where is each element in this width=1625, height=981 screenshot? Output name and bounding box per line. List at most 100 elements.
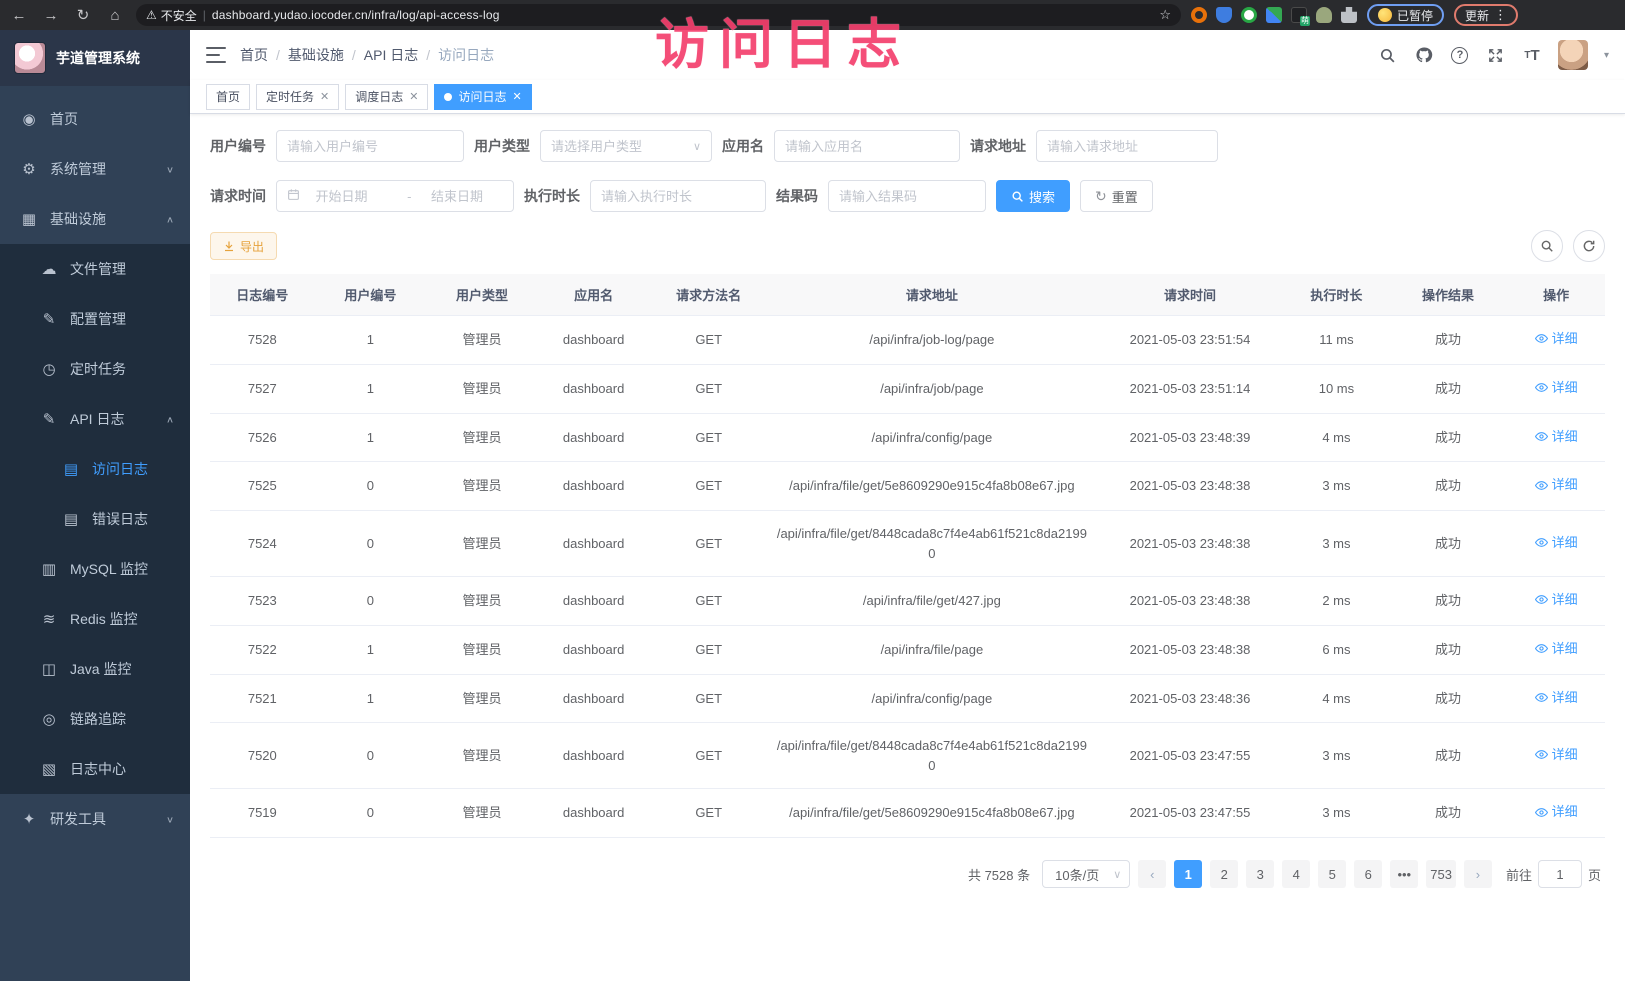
close-icon[interactable]: ✕ xyxy=(409,90,418,103)
cloud-upload-icon: ☁ xyxy=(40,260,58,278)
cell-result: 成功 xyxy=(1389,625,1508,674)
sidebar-item[interactable]: ▧日志中心 xyxy=(0,744,190,794)
detail-link[interactable]: 详细 xyxy=(1535,475,1578,495)
tab-首页[interactable]: 首页 xyxy=(206,84,250,110)
github-icon[interactable] xyxy=(1414,45,1434,65)
extensions-puzzle-icon[interactable] xyxy=(1341,7,1357,23)
export-button[interactable]: 导出 xyxy=(210,232,277,260)
bookmark-star-icon[interactable]: ☆ xyxy=(1159,7,1171,23)
duration-input[interactable] xyxy=(590,180,766,212)
tab-调度日志[interactable]: 调度日志✕ xyxy=(345,84,428,110)
sidebar-item[interactable]: ▦基础设施∧ xyxy=(0,194,190,244)
sidebar-item[interactable]: ▥MySQL 监控 xyxy=(0,544,190,594)
app-logo[interactable]: 芋道管理系统 xyxy=(0,30,190,86)
page-button-753[interactable]: 753 xyxy=(1426,860,1456,888)
breadcrumb-item[interactable]: 基础设施 xyxy=(288,45,344,65)
profile-paused-chip[interactable]: 已暂停 xyxy=(1367,4,1444,26)
column-header: 应用名 xyxy=(538,274,650,316)
more-pages-button[interactable]: ••• xyxy=(1390,860,1418,888)
sidebar-item[interactable]: ◷定时任务 xyxy=(0,344,190,394)
avatar-caret-icon[interactable]: ▾ xyxy=(1604,50,1609,61)
browser-menu-kebab-icon[interactable]: ⋮ xyxy=(1494,7,1507,23)
breadcrumb-item[interactable]: API 日志 xyxy=(364,45,418,65)
reset-button[interactable]: ↻ 重置 xyxy=(1080,180,1153,212)
detail-link[interactable]: 详细 xyxy=(1535,533,1578,553)
refresh-table-button[interactable] xyxy=(1573,230,1605,262)
page-button-3[interactable]: 3 xyxy=(1246,860,1274,888)
table-row: 75250管理员dashboardGET/api/infra/file/get/… xyxy=(210,462,1605,511)
cell-time: 2021-05-03 23:47:55 xyxy=(1096,789,1284,838)
detail-link[interactable]: 详细 xyxy=(1535,802,1578,822)
page-size-select[interactable]: 10条/页 ∨ xyxy=(1042,860,1130,888)
detail-link[interactable]: 详细 xyxy=(1535,378,1578,398)
request-url-input[interactable] xyxy=(1036,130,1218,162)
extension-person-icon[interactable] xyxy=(1316,7,1332,23)
close-icon[interactable]: ✕ xyxy=(513,90,522,103)
update-button[interactable]: 更新 ⋮ xyxy=(1454,4,1518,26)
browser-home-icon[interactable]: ⌂ xyxy=(104,7,126,24)
sidebar-item[interactable]: ◉首页 xyxy=(0,94,190,144)
page-button-2[interactable]: 2 xyxy=(1210,860,1238,888)
toggle-search-button[interactable] xyxy=(1531,230,1563,262)
goto-page-input[interactable] xyxy=(1538,860,1582,888)
sidebar-item[interactable]: ☁文件管理 xyxy=(0,244,190,294)
user-type-select[interactable]: ∨ xyxy=(540,130,712,162)
detail-link[interactable]: 详细 xyxy=(1535,329,1578,349)
sidebar-item[interactable]: ✦研发工具∨ xyxy=(0,794,190,844)
next-page-button[interactable]: › xyxy=(1464,860,1492,888)
sidebar-item[interactable]: ▤访问日志 xyxy=(0,444,190,494)
detail-link[interactable]: 详细 xyxy=(1535,639,1578,659)
security-warning[interactable]: ⚠ 不安全 xyxy=(146,7,197,24)
sidebar-item[interactable]: ✎配置管理 xyxy=(0,294,190,344)
cell-duration: 6 ms xyxy=(1284,625,1389,674)
request-time-range-picker[interactable]: - xyxy=(276,180,514,212)
browser-back-icon[interactable]: ← xyxy=(8,7,30,24)
help-icon[interactable]: ? xyxy=(1450,45,1470,65)
page-button-5[interactable]: 5 xyxy=(1318,860,1346,888)
tab-定时任务[interactable]: 定时任务✕ xyxy=(256,84,339,110)
sidebar-item-label: Redis 监控 xyxy=(70,609,174,629)
search-button[interactable]: 搜索 xyxy=(996,180,1070,212)
cell-user_id: 1 xyxy=(315,674,427,723)
extension-ring-icon[interactable] xyxy=(1191,7,1207,23)
extension-green-icon[interactable] xyxy=(1241,7,1257,23)
sidebar-item[interactable]: ◎链路追踪 xyxy=(0,694,190,744)
cell-actions: 详细 xyxy=(1507,462,1605,511)
browser-reload-icon[interactable]: ↻ xyxy=(72,6,94,24)
cell-time: 2021-05-03 23:48:38 xyxy=(1096,625,1284,674)
fullscreen-icon[interactable] xyxy=(1486,45,1506,65)
extension-shield-icon[interactable] xyxy=(1216,7,1232,23)
detail-link[interactable]: 详细 xyxy=(1535,590,1578,610)
page-button-6[interactable]: 6 xyxy=(1354,860,1382,888)
page-button-1[interactable]: 1 xyxy=(1174,860,1202,888)
user-avatar[interactable] xyxy=(1558,40,1588,70)
user-id-input[interactable] xyxy=(276,130,464,162)
detail-link[interactable]: 详细 xyxy=(1535,745,1578,765)
detail-link[interactable]: 详细 xyxy=(1535,688,1578,708)
sidebar-item[interactable]: ✎API 日志∧ xyxy=(0,394,190,444)
column-header: 请求时间 xyxy=(1096,274,1284,316)
extension-grid-icon[interactable] xyxy=(1266,7,1282,23)
sidebar-item[interactable]: ≋Redis 监控 xyxy=(0,594,190,644)
cell-app: dashboard xyxy=(538,723,650,789)
cell-user_type: 管理员 xyxy=(426,723,538,789)
app-name-input[interactable] xyxy=(774,130,960,162)
sidebar-item[interactable]: ◫Java 监控 xyxy=(0,644,190,694)
address-bar[interactable]: ⚠ 不安全 | dashboard.yudao.iocoder.cn/infra… xyxy=(136,4,1181,26)
sidebar-item-label: 研发工具 xyxy=(50,809,154,829)
font-size-icon[interactable]: TT xyxy=(1522,45,1542,65)
tab-访问日志[interactable]: 访问日志✕ xyxy=(434,84,531,110)
result-code-input[interactable] xyxy=(828,180,986,212)
extension-dark-icon[interactable]: 萌 xyxy=(1291,7,1307,23)
browser-forward-icon[interactable]: → xyxy=(40,7,62,24)
sidebar-item[interactable]: ▤错误日志 xyxy=(0,494,190,544)
table-row: 75190管理员dashboardGET/api/infra/file/get/… xyxy=(210,789,1605,838)
close-icon[interactable]: ✕ xyxy=(320,90,329,103)
search-icon[interactable] xyxy=(1378,45,1398,65)
detail-link[interactable]: 详细 xyxy=(1535,427,1578,447)
prev-page-button[interactable]: ‹ xyxy=(1138,860,1166,888)
page-button-4[interactable]: 4 xyxy=(1282,860,1310,888)
sidebar-item[interactable]: ⚙系统管理∨ xyxy=(0,144,190,194)
sidebar-collapse-icon[interactable] xyxy=(206,47,226,63)
breadcrumb-item[interactable]: 首页 xyxy=(240,45,268,65)
